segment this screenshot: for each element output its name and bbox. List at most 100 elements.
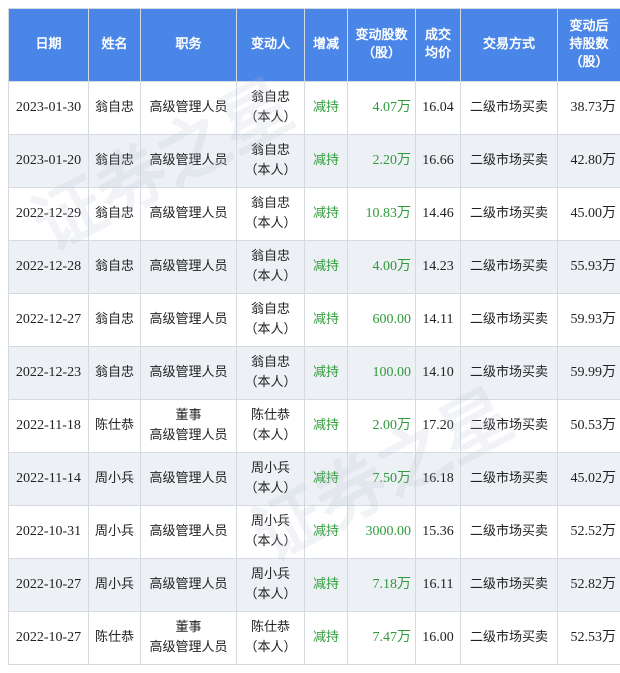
cell-price: 16.66 xyxy=(415,134,461,188)
cell-date: 2022-12-29 xyxy=(8,187,89,241)
cell-position-line2: 高级管理人员 xyxy=(149,640,228,655)
cell-method: 二级市场买卖 xyxy=(460,293,558,347)
cell-method: 二级市场买卖 xyxy=(460,134,558,188)
cell-date: 2022-12-28 xyxy=(8,240,89,294)
cell-date: 2022-11-14 xyxy=(8,452,89,506)
cell-shares: 7.50万 xyxy=(347,452,416,506)
table-row: 2023-01-20 翁自忠 高级管理人员 翁自忠 （本人） 减持 2.20万 16.66 二级… xyxy=(8,134,620,188)
cell-direction: 减持 xyxy=(304,452,348,506)
cell-price: 15.36 xyxy=(415,505,461,559)
cell-position: 高级管理人员 xyxy=(140,134,237,188)
cell-changer-name: 周小兵 xyxy=(250,461,290,476)
cell-position-line2: 高级管理人员 xyxy=(149,259,228,274)
cell-holdings: 45.00万 xyxy=(557,187,620,241)
cell-position: 高级管理人员 xyxy=(140,452,237,506)
cell-holdings: 50.53万 xyxy=(557,399,620,453)
cell-position-line1: 董事 xyxy=(175,620,202,635)
cell-price: 16.00 xyxy=(415,611,461,665)
cell-changer: 翁自忠 （本人） xyxy=(236,187,305,241)
cell-position-line2: 高级管理人员 xyxy=(149,428,228,443)
cell-position: 高级管理人员 xyxy=(140,558,237,612)
cell-changer: 周小兵 （本人） xyxy=(236,505,305,559)
cell-changer: 陈仕恭 （本人） xyxy=(236,611,305,665)
cell-changer: 翁自忠 （本人） xyxy=(236,346,305,400)
table-row: 2022-10-31 周小兵 高级管理人员 周小兵 （本人） 减持 3000.00 15.36… xyxy=(8,505,620,559)
cell-changer-name: 陈仕恭 xyxy=(250,408,290,423)
cell-changer-relation: （本人） xyxy=(244,322,297,337)
cell-changer-name: 翁自忠 xyxy=(250,143,290,158)
cell-position-line2: 高级管理人员 xyxy=(149,577,228,592)
header-date: 日期 xyxy=(8,8,89,82)
cell-holdings: 45.02万 xyxy=(557,452,620,506)
cell-changer-name: 翁自忠 xyxy=(250,355,290,370)
cell-name: 陈仕恭 xyxy=(88,399,141,453)
cell-shares: 7.18万 xyxy=(347,558,416,612)
cell-name: 陈仕恭 xyxy=(88,611,141,665)
cell-price: 14.11 xyxy=(415,293,461,347)
cell-holdings: 42.80万 xyxy=(557,134,620,188)
header-name: 姓名 xyxy=(88,8,141,82)
cell-name: 周小兵 xyxy=(88,452,141,506)
cell-direction: 减持 xyxy=(304,187,348,241)
cell-changer-name: 翁自忠 xyxy=(250,90,290,105)
cell-date: 2022-11-18 xyxy=(8,399,89,453)
cell-method: 二级市场买卖 xyxy=(460,399,558,453)
header-position: 职务 xyxy=(140,8,237,82)
cell-date: 2022-12-27 xyxy=(8,293,89,347)
cell-date: 2022-10-27 xyxy=(8,611,89,665)
header-changer: 变动人 xyxy=(236,8,305,82)
cell-changer: 周小兵 （本人） xyxy=(236,558,305,612)
cell-shares: 4.07万 xyxy=(347,81,416,135)
header-price-line2: 均价 xyxy=(424,46,451,61)
table-row: 2023-01-30 翁自忠 高级管理人员 翁自忠 （本人） 减持 4.07万 16.04 二级… xyxy=(8,81,620,135)
cell-changer: 翁自忠 （本人） xyxy=(236,81,305,135)
cell-changer: 翁自忠 （本人） xyxy=(236,240,305,294)
cell-name: 周小兵 xyxy=(88,558,141,612)
cell-direction: 减持 xyxy=(304,611,348,665)
table-row: 2022-10-27 周小兵 高级管理人员 周小兵 （本人） 减持 7.18万 16.11 二级… xyxy=(8,558,620,612)
table-body: 2023-01-30 翁自忠 高级管理人员 翁自忠 （本人） 减持 4.07万 16.04 二级… xyxy=(8,81,620,665)
cell-position-line2: 高级管理人员 xyxy=(149,153,228,168)
cell-holdings: 52.53万 xyxy=(557,611,620,665)
cell-position: 高级管理人员 xyxy=(140,187,237,241)
cell-changer-relation: （本人） xyxy=(244,640,297,655)
header-price: 成交 均价 xyxy=(415,8,461,82)
cell-price: 14.23 xyxy=(415,240,461,294)
cell-name: 翁自忠 xyxy=(88,81,141,135)
cell-price: 14.46 xyxy=(415,187,461,241)
cell-shares: 3000.00 xyxy=(347,505,416,559)
cell-position-line2: 高级管理人员 xyxy=(149,524,228,539)
table-row: 2022-11-18 陈仕恭 董事 高级管理人员 陈仕恭 （本人） 减持 2.00万 17.20… xyxy=(8,399,620,453)
cell-name: 翁自忠 xyxy=(88,240,141,294)
cell-price: 16.11 xyxy=(415,558,461,612)
table-row: 2022-12-27 翁自忠 高级管理人员 翁自忠 （本人） 减持 600.00 14.11 二… xyxy=(8,293,620,347)
cell-holdings: 59.93万 xyxy=(557,293,620,347)
cell-direction: 减持 xyxy=(304,399,348,453)
cell-method: 二级市场买卖 xyxy=(460,558,558,612)
cell-changer-relation: （本人） xyxy=(244,216,297,231)
header-holdings-line2: 持股数 xyxy=(569,37,609,52)
cell-holdings: 59.99万 xyxy=(557,346,620,400)
cell-method: 二级市场买卖 xyxy=(460,505,558,559)
header-shares-line1: 变动股数 xyxy=(355,28,408,43)
cell-shares: 2.00万 xyxy=(347,399,416,453)
cell-name: 周小兵 xyxy=(88,505,141,559)
cell-changer: 陈仕恭 （本人） xyxy=(236,399,305,453)
cell-holdings: 38.73万 xyxy=(557,81,620,135)
insider-trading-table: 日期 姓名 职务 变动人 增减 变动股数 （股） 成交 均价 交易方式 变动后 … xyxy=(8,8,620,665)
cell-holdings: 52.82万 xyxy=(557,558,620,612)
cell-shares: 4.00万 xyxy=(347,240,416,294)
cell-price: 17.20 xyxy=(415,399,461,453)
cell-changer: 周小兵 （本人） xyxy=(236,452,305,506)
cell-holdings: 55.93万 xyxy=(557,240,620,294)
cell-changer-name: 陈仕恭 xyxy=(250,620,290,635)
cell-changer-relation: （本人） xyxy=(244,534,297,549)
cell-position-line2: 高级管理人员 xyxy=(149,471,228,486)
header-holdings: 变动后 持股数 （股） xyxy=(557,8,620,82)
cell-changer-relation: （本人） xyxy=(244,428,297,443)
cell-direction: 减持 xyxy=(304,81,348,135)
cell-changer-relation: （本人） xyxy=(244,269,297,284)
cell-changer-name: 周小兵 xyxy=(250,514,290,529)
cell-shares: 10.83万 xyxy=(347,187,416,241)
cell-changer-name: 周小兵 xyxy=(250,567,290,582)
